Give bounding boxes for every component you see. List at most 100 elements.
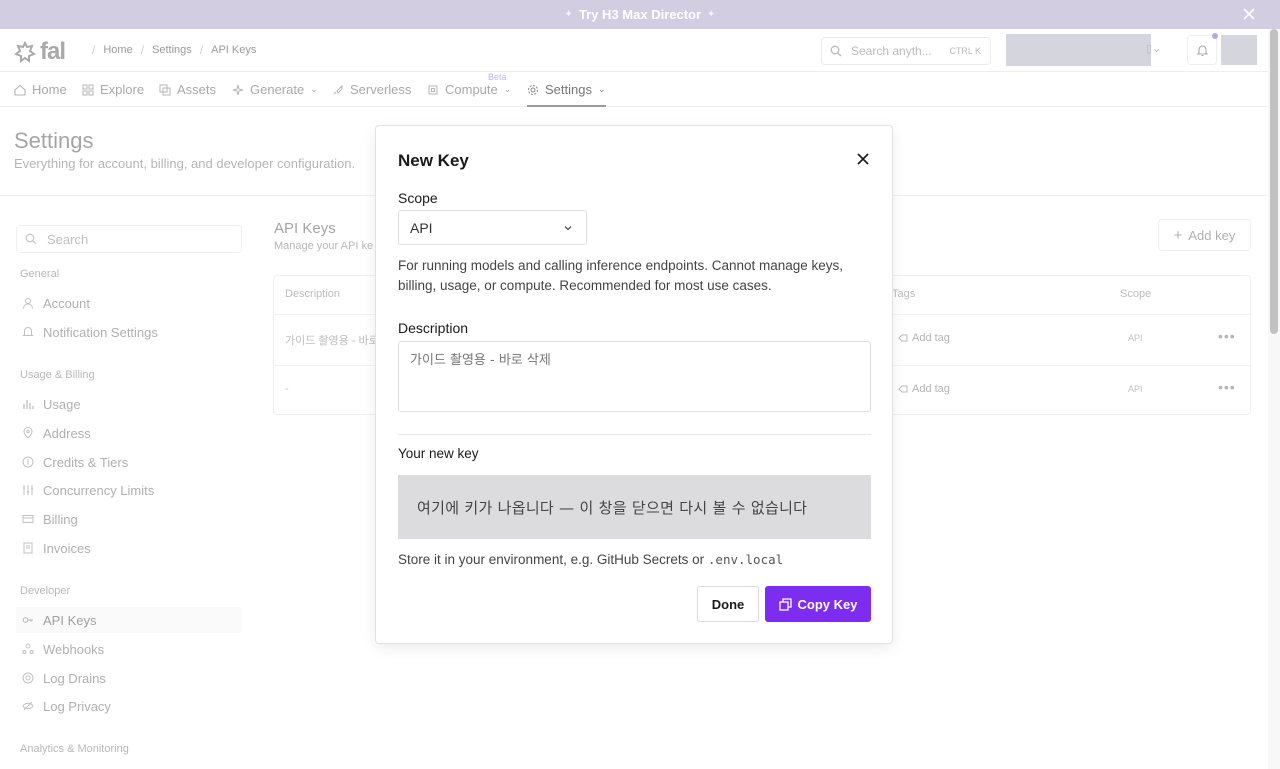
breadcrumb-separator: / [199, 43, 204, 57]
nav-settings[interactable]: Settings ⌄ [527, 82, 606, 97]
description-field[interactable]: 가이드 촬영용 - 바로 삭제 [398, 341, 871, 412]
scrollbar-thumb[interactable] [1270, 29, 1278, 334]
done-button[interactable]: Done [697, 586, 759, 622]
chevron-down-icon: ⌄ [597, 84, 606, 94]
notifications-button[interactable] [1187, 33, 1218, 65]
new-key-value[interactable]: 여기에 키가 나옵니다 — 이 창을 닫으면 다시 볼 수 없습니다 [398, 475, 871, 539]
sidebar-item-usage[interactable]: Usage [16, 391, 242, 417]
add-tag-label: Add tag [912, 332, 950, 344]
dialog-title: New Key [398, 151, 469, 170]
column-header-tags: Tags [892, 288, 916, 300]
column-header-scope: Scope [1120, 288, 1152, 300]
nav-serverless[interactable]: Serverless [332, 82, 411, 97]
row-scope-badge: API [1128, 333, 1143, 343]
sidebar-item-label: Log Drains [43, 670, 106, 686]
bell-icon [1196, 44, 1208, 56]
key-icon [22, 617, 33, 623]
nav-label: Generate [250, 82, 305, 97]
nav-compute[interactable]: Compute ⌄ [427, 82, 511, 97]
sidebar-item-label: Notification Settings [43, 324, 158, 340]
user-icon [23, 298, 33, 309]
nav-generate[interactable]: Generate ⌄ [232, 82, 318, 97]
sidebar-item-account[interactable]: Account [16, 290, 242, 316]
sidebar-item-log-privacy[interactable]: Log Privacy [16, 693, 242, 719]
logo[interactable]: fal [14, 38, 66, 66]
top-bar: fal / Home / Settings / API Keys Search … [0, 29, 1268, 72]
log-drain-icon [22, 672, 34, 684]
chevron-down-icon[interactable]: ▯⌄ [1146, 42, 1161, 55]
page-title: Settings [14, 128, 94, 153]
sidebar-item-billing[interactable]: Billing [16, 506, 242, 532]
sidebar-group-analytics-monitoring: Analytics & Monitoring [20, 743, 129, 755]
nav-label: Explore [100, 82, 145, 97]
promo-banner-text[interactable]: Try H3 Max Director [579, 7, 701, 22]
breadcrumb-home[interactable]: Home [103, 44, 132, 56]
search-icon [830, 45, 842, 57]
row-description: - [285, 383, 289, 395]
nav-label: Serverless [350, 82, 412, 97]
scope-description: For running models and calling inference… [398, 258, 844, 293]
api-keys-title: API Keys [274, 220, 336, 237]
divider [398, 434, 871, 435]
eye-off-icon [22, 701, 34, 711]
sidebar-item-address[interactable]: Address [16, 420, 242, 446]
rocket-icon [333, 84, 343, 94]
sidebar-group-usage-billing: Usage & Billing [20, 369, 95, 381]
sidebar-item-log-drains[interactable]: Log Drains [16, 665, 242, 691]
avatar[interactable] [1221, 35, 1257, 65]
nav-home[interactable]: Home [14, 82, 67, 97]
webhook-icon [22, 643, 34, 654]
store-hint-text: Store it in your environment, e.g. GitHu… [398, 552, 705, 567]
api-keys-subtitle: Manage your API ke [274, 240, 374, 252]
tag-icon [898, 385, 908, 393]
copy-key-button[interactable]: Copy Key [765, 586, 871, 622]
sidebar-item-label: API Keys [43, 612, 97, 628]
breadcrumb: / Home / Settings / API Keys [84, 43, 256, 57]
sidebar-item-label: Webhooks [43, 641, 105, 657]
sidebar-group-developer: Developer [20, 585, 71, 597]
more-options-icon[interactable]: ••• [1218, 328, 1236, 344]
beta-badge: Beta [488, 72, 507, 82]
bar-chart-icon [23, 400, 34, 409]
breadcrumb-api-keys[interactable]: API Keys [211, 44, 256, 56]
more-options-icon[interactable]: ••• [1218, 379, 1236, 395]
sidebar-item-notification-settings[interactable]: Notification Settings [16, 319, 242, 345]
new-key-label: Your new key [398, 446, 479, 461]
account-switcher[interactable] [1006, 34, 1151, 66]
coin-icon [22, 456, 34, 468]
nav-label: Assets [177, 82, 217, 97]
new-key-dialog: New Key Scope API For running models and… [375, 125, 893, 644]
nav-assets[interactable]: Assets [159, 82, 216, 97]
add-key-button[interactable]: + Add key [1158, 219, 1251, 251]
document-icon [23, 542, 33, 554]
location-pin-icon [23, 427, 33, 439]
row-scope-badge: API [1128, 384, 1143, 394]
add-key-label: Add key [1188, 227, 1236, 243]
sparkle-icon: ✦ [564, 9, 573, 20]
close-icon[interactable] [1242, 7, 1256, 21]
plus-icon: + [1173, 226, 1183, 244]
nav-label: Compute [445, 82, 498, 97]
add-tag-button[interactable]: Add tag [898, 383, 950, 395]
add-tag-label: Add tag [912, 383, 950, 395]
add-tag-button[interactable]: Add tag [898, 332, 950, 344]
scope-select[interactable]: API [398, 210, 587, 245]
sidebar-item-concurrency-limits[interactable]: Concurrency Limits [16, 477, 242, 503]
main-nav: Home Explore Assets Generate ⌄ Serverles… [0, 72, 1268, 107]
sidebar-item-credits-tiers[interactable]: Credits & Tiers [16, 449, 242, 475]
sidebar-item-api-keys[interactable]: API Keys [16, 607, 242, 633]
promo-banner[interactable]: ✦ Try H3 Max Director ✦ [0, 0, 1280, 29]
copy-icon [778, 597, 792, 611]
breadcrumb-settings[interactable]: Settings [152, 44, 192, 56]
close-icon[interactable] [856, 152, 870, 166]
nav-explore[interactable]: Explore [82, 82, 144, 97]
home-icon [14, 84, 26, 96]
search-shortcut: CTRL K [949, 46, 981, 56]
sidebar-search-input[interactable]: Search [16, 225, 242, 253]
sidebar-item-webhooks[interactable]: Webhooks [16, 636, 242, 662]
global-search-input[interactable]: Search anyth... CTRL K [821, 37, 991, 65]
sidebar-item-label: Address [43, 425, 91, 441]
sparkle-icon: ✦ [707, 9, 716, 20]
credit-card-icon [22, 515, 34, 523]
sidebar-item-invoices[interactable]: Invoices [16, 535, 242, 561]
